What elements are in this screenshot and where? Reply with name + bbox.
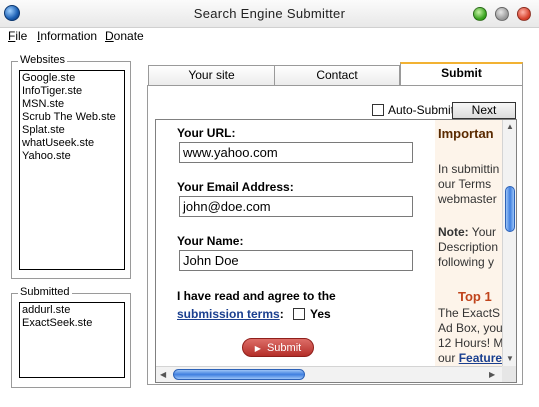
scroll-right-icon[interactable]: ▶	[489, 370, 495, 379]
side-text: In submittin	[438, 162, 500, 176]
feature-prefix: our	[438, 351, 459, 365]
list-item[interactable]: Scrub The Web.ste	[22, 111, 122, 124]
horizontal-scroll-thumb[interactable]	[173, 369, 305, 380]
email-label: Your Email Address:	[177, 180, 294, 194]
list-item[interactable]: Yahoo.ste	[22, 150, 122, 163]
scroll-left-icon[interactable]: ◀	[160, 370, 166, 379]
menu-donate[interactable]: Donate	[105, 29, 144, 43]
side-note: Note: Your	[438, 225, 496, 240]
top10-heading: Top 1	[458, 289, 492, 304]
window-title: Search Engine Submitter	[193, 6, 346, 21]
feature-link[interactable]: Feature	[459, 351, 502, 365]
name-field[interactable]: John Doe	[179, 250, 413, 271]
websites-group: Websites Google.ste InfoTiger.ste MSN.st…	[11, 54, 131, 279]
side-text: webmaster	[438, 192, 497, 206]
list-item[interactable]: InfoTiger.ste	[22, 85, 122, 98]
list-item[interactable]: Google.ste	[22, 72, 122, 85]
menu-bar: File Information Donate	[0, 28, 539, 46]
next-button[interactable]: Next	[452, 102, 516, 119]
vertical-scroll-thumb[interactable]	[505, 186, 515, 232]
menu-information[interactable]: Information	[37, 29, 97, 43]
menu-file-label: ile	[15, 29, 28, 43]
scrollbar-corner	[502, 366, 516, 382]
submit-button-label: Submit	[266, 342, 302, 354]
side-text: Description	[438, 240, 499, 254]
submitted-group: Submitted addurl.ste ExactSeek.ste	[11, 286, 131, 388]
auto-submit-checkbox[interactable]	[372, 104, 384, 116]
submission-terms-link[interactable]: submission terms	[177, 307, 280, 321]
agree-yes-label: Yes	[310, 307, 331, 321]
tab-submit[interactable]: Submit	[400, 62, 523, 86]
scroll-down-icon[interactable]: ▼	[506, 354, 514, 363]
submission-webview: Your URL: www.yahoo.com Your Email Addre…	[155, 119, 517, 383]
note-rest: Your	[468, 225, 497, 239]
maximize-button[interactable]	[495, 7, 509, 21]
side-text: 12 Hours! M	[438, 336, 502, 350]
note-bold: Note:	[438, 225, 469, 239]
tab-your-site[interactable]: Your site	[148, 65, 275, 85]
name-label: Your Name:	[177, 234, 244, 248]
minimize-button[interactable]	[473, 7, 487, 21]
play-arrow-icon: ▶	[254, 344, 261, 353]
submitted-group-label: Submitted	[18, 286, 72, 298]
url-field[interactable]: www.yahoo.com	[179, 142, 413, 163]
terms-colon: :	[279, 307, 284, 321]
info-side-panel: Importan In submittin our Terms webmaste…	[435, 120, 502, 366]
agree-checkbox[interactable]	[293, 308, 305, 320]
submission-form: Your URL: www.yahoo.com Your Email Addre…	[156, 120, 435, 366]
close-button[interactable]	[517, 7, 531, 21]
side-text: our Terms	[438, 177, 492, 191]
agree-line-2: submission terms:	[177, 307, 284, 321]
list-item[interactable]: MSN.ste	[22, 98, 122, 111]
horizontal-scrollbar[interactable]: ◀ ▶	[156, 366, 502, 382]
submitted-list[interactable]: addurl.ste ExactSeek.ste	[19, 302, 125, 378]
websites-list[interactable]: Google.ste InfoTiger.ste MSN.ste Scrub T…	[19, 70, 125, 270]
list-item[interactable]: Splat.ste	[22, 124, 122, 137]
menu-information-label: nformation	[40, 29, 98, 43]
side-text: following y	[438, 255, 495, 269]
websites-group-label: Websites	[18, 54, 68, 66]
menu-donate-accel: D	[105, 29, 114, 43]
menu-donate-label: onate	[113, 29, 144, 43]
scroll-up-icon[interactable]: ▲	[506, 122, 514, 131]
list-item[interactable]: addurl.ste	[22, 304, 122, 317]
list-item[interactable]: ExactSeek.ste	[22, 317, 122, 330]
side-text: The ExactS	[438, 306, 501, 320]
email-field[interactable]: john@doe.com	[179, 196, 413, 217]
tab-contact[interactable]: Contact	[274, 65, 400, 85]
list-item[interactable]: whatUseek.ste	[22, 137, 122, 150]
url-label: Your URL:	[177, 126, 236, 140]
side-feature-line: our Feature	[438, 351, 502, 366]
vertical-scrollbar[interactable]: ▲ ▼	[502, 120, 516, 366]
side-heading: Importan	[438, 126, 494, 141]
auto-submit-label: Auto-Submit	[388, 103, 455, 117]
submit-button[interactable]: ▶ Submit	[242, 338, 314, 357]
agree-text: I have read and agree to the	[177, 289, 336, 303]
side-text: Ad Box, you	[438, 321, 502, 335]
menu-file[interactable]: File	[8, 29, 27, 43]
title-bar[interactable]: Search Engine Submitter	[0, 0, 539, 28]
